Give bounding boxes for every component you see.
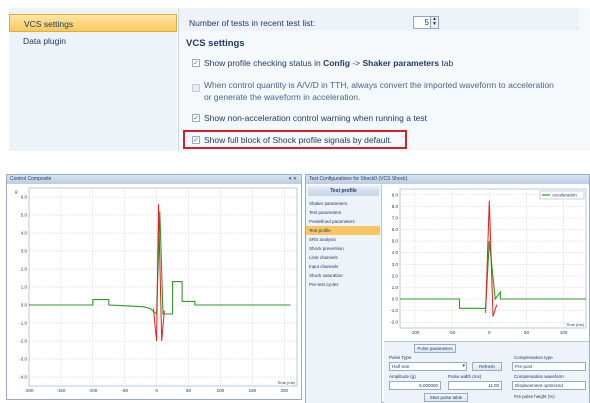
x-tick-label: -150	[56, 388, 66, 393]
x-tick-label: 100	[217, 388, 225, 393]
opt4-label: Show full block of Shock profile signals…	[204, 135, 393, 145]
opt2-label-line2: or generate the waveform in acceleration…	[204, 92, 361, 102]
config-item[interactable]: Test parameters	[306, 208, 380, 217]
y-tick-label: -2.0	[19, 339, 27, 344]
y-tick-label: -3.0	[19, 357, 27, 362]
pulse-width-field[interactable]: 11.00	[448, 381, 502, 390]
x-tick-label: 50	[524, 330, 530, 335]
config-sidebar: Test profile Shaker parameters Test param…	[306, 185, 382, 403]
y-tick-label: 1.0	[392, 285, 399, 290]
opt2-label-line1: When control quantity is A/V/D in TTH, a…	[204, 80, 554, 90]
refresh-button[interactable]: Refresh	[472, 362, 502, 371]
pulse-type-label: Pulse Type	[389, 355, 412, 360]
control-composite-window: Control Composite ▾ ✕ 6.0 5.0 4.0 3.0 2.0 1.0 0…	[6, 174, 302, 400]
y-tick-label: 4.0	[21, 231, 28, 236]
vcs-settings-pane: Number of tests in recent test list: 5 ▲ ▼…	[179, 8, 590, 151]
opt1-label: Show profile checking status in Config -…	[204, 58, 454, 68]
window-buttons-icon[interactable]: ▾ ✕	[289, 175, 297, 184]
opt2-checkbox[interactable]	[192, 84, 200, 92]
y-tick-label: 5.0	[21, 213, 28, 218]
pre-pulse-height-label: Pre pulse height (%)	[514, 394, 555, 399]
x-tick-label: -50	[449, 330, 456, 335]
y-tick-label: -4.0	[19, 375, 27, 380]
config-item[interactable]: Input channels	[306, 262, 380, 271]
y-tick-label: -1.0	[19, 321, 27, 326]
x-axis-label: Time (ms)	[277, 380, 296, 385]
settings-nav: VCS settings Data plugin	[9, 8, 177, 151]
config-item[interactable]: Shock prevention	[306, 244, 380, 253]
config-item[interactable]: Shock saturation	[306, 271, 380, 280]
control-composite-titlebar: Control Composite ▾ ✕	[7, 175, 301, 184]
amplitude-label: Amplitude (g)	[389, 374, 416, 379]
pulse-table-button[interactable]: Start pulse table	[424, 393, 468, 402]
y-tick-label: -1.0	[390, 308, 398, 313]
chevron-down-icon: ▾	[462, 363, 465, 369]
settings-panel: VCS settings Data plugin Number of tests…	[0, 0, 590, 152]
x-tick-label: -100	[88, 388, 98, 393]
control-composite-chart: 6.0 5.0 4.0 3.0 2.0 1.0 0.0 -1.0 -2.0 -3.0 -4.0 -20…	[15, 187, 298, 393]
nav-item-data-plugin[interactable]: Data plugin	[9, 32, 177, 50]
compensation-type-select[interactable]: Pre-post	[512, 362, 586, 371]
y-tick-label: 0.0	[392, 297, 399, 302]
y-tick-label: 7.0	[392, 215, 399, 220]
config-item[interactable]: SRS analysis	[306, 235, 380, 244]
x-tick-label: 0	[488, 330, 491, 335]
y-tick-label: -2.0	[390, 320, 398, 325]
opt1-checkbox[interactable]: ✓	[192, 59, 200, 67]
stepper-arrows-icon[interactable]: ▲ ▼	[430, 17, 438, 28]
config-item[interactable]: Limit channels	[306, 253, 380, 262]
y-tick-label: 6.0	[21, 195, 28, 200]
config-item[interactable]: Predefined parameters	[306, 217, 380, 226]
y-tick-label: 4.0	[392, 250, 399, 255]
x-tick-label: 150	[249, 388, 257, 393]
y-tick-label: 2.0	[21, 267, 28, 272]
x-tick-label: 100	[560, 330, 568, 335]
opt3-label: Show non-acceleration control warning wh…	[204, 113, 428, 123]
compensation-type-label: Compensation type	[514, 355, 553, 360]
x-tick-label: -100	[410, 330, 420, 335]
y-tick-label: 0.0	[21, 303, 28, 308]
nav-item-vcs-settings[interactable]: VCS settings	[9, 14, 177, 32]
pulse-type-select[interactable]: Half sine ▾	[389, 362, 467, 371]
y-tick-label: 9.0	[392, 192, 399, 197]
section-title: VCS settings	[186, 38, 245, 49]
amplitude-field[interactable]: 5.000000	[389, 381, 441, 390]
config-item[interactable]: Test profile	[306, 226, 380, 235]
x-tick-label: -50	[121, 388, 128, 393]
recent-tests-label: Number of tests in recent test list:	[189, 18, 316, 28]
test-config-window: Test Configurations for Shock0 (VCS Shoc…	[305, 174, 590, 403]
y-tick-label: 2.0	[392, 273, 399, 278]
tab-test-profile[interactable]: Test profile	[308, 187, 379, 196]
compensation-waveform-label: Compensation waveform	[514, 374, 564, 379]
pulse-width-label: Pulse width (ms)	[448, 374, 482, 379]
tab-pulse-parameters[interactable]: Pulse parameters	[414, 344, 456, 353]
y-axis-unit: g	[15, 189, 18, 194]
y-tick-label: 3.0	[392, 262, 399, 267]
test-config-titlebar: Test Configurations for Shock0 (VCS Shoc…	[306, 175, 589, 184]
recent-tests-stepper[interactable]: 5 ▲ ▼	[413, 16, 439, 29]
x-tick-label: 0	[155, 388, 158, 393]
x-tick-label: -200	[24, 388, 34, 393]
y-tick-label: 8.0	[392, 204, 399, 209]
config-item[interactable]: Pre-test cycles	[306, 280, 380, 289]
y-tick-label: 6.0	[392, 227, 399, 232]
y-tick-label: 3.0	[21, 249, 28, 254]
legend-label: Acceleration	[552, 193, 577, 198]
opt4-checkbox[interactable]: ✓	[192, 136, 200, 144]
shock-screens: Control Composite ▾ ✕ 6.0 5.0 4.0 3.0 2.0 1.0 0…	[0, 172, 590, 403]
x-axis-label: Time (ms)	[566, 322, 585, 327]
test-profile-chart: 9.0 8.0 7.0 6.0 5.0 4.0 3.0 2.0 1.0 0.0 -1.0 -2.0 -1…	[390, 188, 587, 335]
config-item[interactable]: Shaker parameters	[306, 199, 380, 208]
opt3-checkbox[interactable]: ✓	[192, 114, 200, 122]
recent-tests-row: Number of tests in recent test list: 5 ▲ ▼	[179, 8, 579, 31]
x-tick-label: 50	[186, 388, 192, 393]
recent-tests-value: 5	[424, 18, 429, 27]
y-tick-label: 5.0	[392, 239, 399, 244]
x-tick-label: 200	[280, 388, 288, 393]
compensation-waveform-select[interactable]: Displacement optimized	[512, 381, 586, 390]
y-tick-label: 1.0	[21, 285, 28, 290]
pulse-parameters-panel: Pulse parameters Pulse Type Half sine ▾ R…	[384, 341, 589, 403]
